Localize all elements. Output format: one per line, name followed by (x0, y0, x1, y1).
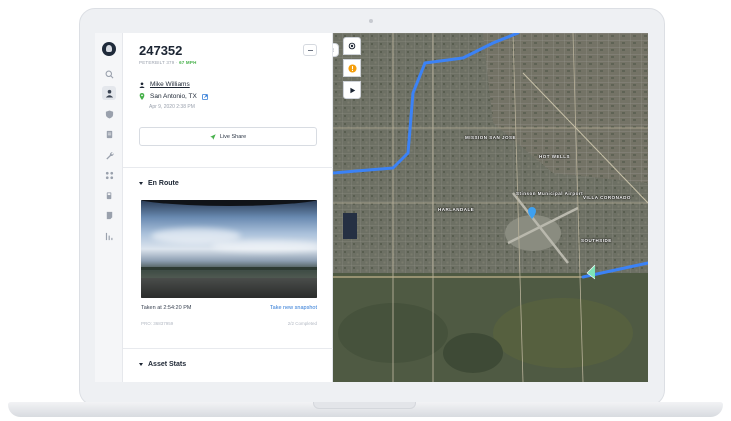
send-icon (210, 133, 216, 140)
map-label: MISSION SAN JOSE (465, 135, 517, 140)
reports-icon[interactable] (102, 229, 116, 243)
vehicle-subtitle: PETERBILT 379 · 67 MPH (139, 60, 197, 65)
map-label: SOUTHSIDE (581, 238, 612, 243)
snapshot-taken-time: Taken at 2:54:20 PM (141, 305, 192, 311)
app-logo[interactable] (102, 42, 116, 56)
driver-icon (139, 81, 145, 88)
notes-icon[interactable] (102, 208, 116, 222)
en-route-header[interactable]: En Route (139, 180, 179, 187)
snapshot-cloud (211, 240, 317, 252)
live-share-label: Live Share (219, 133, 247, 140)
asset-stats-header[interactable]: Asset Stats (139, 361, 186, 368)
en-route-title: En Route (148, 180, 179, 187)
collapse-button[interactable] (303, 44, 317, 56)
asset-stats-title: Asset Stats (148, 361, 187, 368)
vehicle-id: 247352 (139, 43, 183, 58)
fuel-icon[interactable] (102, 188, 116, 202)
search-icon[interactable] (102, 67, 116, 81)
driver-icon[interactable] (102, 86, 116, 100)
map-label: HOT WELLS (539, 154, 570, 159)
dashcam-snapshot[interactable] (141, 200, 317, 298)
snapshot-lens-vignette (141, 200, 317, 206)
document-icon[interactable] (102, 127, 116, 141)
caret-down-icon (139, 182, 143, 185)
map-label: VILLA CORONADO (583, 195, 631, 200)
locate-icon[interactable] (343, 37, 361, 55)
external-link-icon[interactable] (201, 93, 208, 100)
laptop-notch (313, 402, 416, 409)
vehicle-detail-panel: 247352 PETERBILT 379 · 67 MPH Mike Willi… (123, 33, 333, 382)
satellite-map[interactable]: ‹ MISSION SAN JOSE HOT WELLS HARLANDALE … (333, 33, 648, 382)
snapshot-road (141, 278, 317, 298)
hazard-icon[interactable] (343, 59, 361, 77)
shield-icon[interactable] (102, 107, 116, 121)
location-row: San Antonio, TX (139, 93, 208, 100)
snapshot-pro-meta: PRO: 36837959 2/2 Completed (141, 321, 317, 326)
chevron-left-icon[interactable]: ‹ (333, 43, 339, 57)
divider (123, 348, 333, 349)
location-pin-icon (139, 93, 145, 100)
wrench-icon[interactable] (102, 148, 116, 162)
location-timestamp: Apr 9, 2020 2:38 PM (149, 104, 195, 110)
vehicle-model: PETERBILT 379 (139, 60, 175, 65)
take-new-snapshot-link[interactable]: Take new snapshot (270, 305, 317, 311)
map-imagery (333, 33, 648, 382)
completed-count: 2/2 Completed (287, 321, 317, 326)
caret-down-icon (139, 363, 143, 366)
divider (123, 167, 333, 168)
snapshot-meta: Taken at 2:54:20 PM Take new snapshot (141, 305, 317, 311)
map-label: HARLANDALE (438, 207, 475, 212)
map-label: Stinson Municipal Airport (516, 191, 584, 196)
app-screen: 247352 PETERBILT 379 · 67 MPH Mike Willi… (95, 33, 648, 382)
play-icon[interactable] (343, 81, 361, 99)
pro-number: PRO: 36837959 (141, 321, 174, 326)
vehicle-speed: 67 MPH (179, 60, 197, 65)
driver-row: Mike Williams (139, 81, 190, 88)
driver-name-link[interactable]: Mike Williams (150, 81, 190, 88)
location-text: San Antonio, TX (150, 93, 197, 100)
routes-icon[interactable] (102, 168, 116, 182)
snapshot-horizon (141, 267, 317, 270)
laptop-camera (369, 19, 373, 23)
live-share-button[interactable]: Live Share (139, 127, 317, 146)
laptop-mockup: 247352 PETERBILT 379 · 67 MPH Mike Willi… (0, 0, 731, 421)
nav-rail (95, 33, 123, 382)
